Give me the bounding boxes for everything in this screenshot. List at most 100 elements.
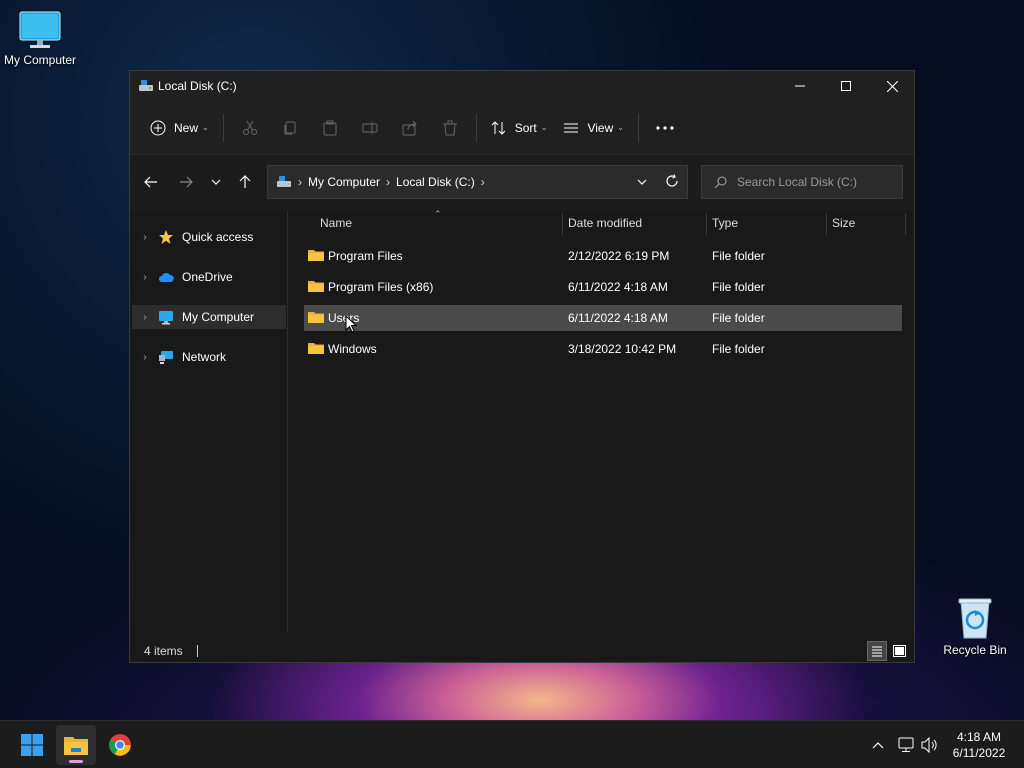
clock[interactable]: 4:18 AM 6/11/2022 [940,729,1018,761]
cut-button[interactable] [230,112,270,144]
command-bar: New ⌄ Sort ⌄ View ⌄ [130,101,914,155]
file-explorer-window: Local Disk (C:) New ⌄ Sort ⌄ View ⌄ › My… [129,70,915,663]
nav-item-my-computer[interactable]: › My Computer [132,305,286,329]
recycle-bin-icon [958,598,992,639]
forward-button[interactable] [171,167,201,197]
column-header-type[interactable]: Type [712,211,738,235]
taskbar-chrome[interactable] [100,725,140,765]
network-icon [158,349,178,365]
details-view-icon [872,646,882,657]
windows-logo-icon [21,734,43,756]
back-button[interactable] [136,167,166,197]
search-input[interactable] [737,175,887,189]
share-icon [402,120,417,135]
breadcrumb-my-computer[interactable]: My Computer [308,175,380,189]
sort-button-label: Sort [514,120,537,135]
share-button[interactable] [390,112,430,144]
divider [222,113,224,142]
chevron-right-icon: › [298,175,302,189]
computer-icon [19,11,61,48]
item-count: 4 items [144,644,183,658]
plus-circle-icon [150,120,166,135]
desktop-icon-label: My Computer [3,53,77,67]
chevron-up-icon [872,742,884,749]
scissors-icon [242,120,257,135]
breadcrumb-local-disk[interactable]: Local Disk (C:) [396,175,475,189]
star-icon [158,229,178,245]
address-dropdown-button[interactable] [637,174,647,188]
view-button[interactable]: View ⌄ [555,112,632,144]
paste-button[interactable] [310,112,350,144]
new-button[interactable]: New ⌄ [142,112,217,144]
close-button[interactable] [869,71,914,101]
large-icons-view-button[interactable] [889,641,909,661]
nav-item-network[interactable]: › Network [132,345,286,369]
nav-item-quick-access[interactable]: › Quick access [132,225,286,249]
arrow-right-icon [180,176,193,188]
address-row: › My Computer › Local Disk (C:) › [130,155,914,211]
up-button[interactable] [230,167,260,197]
close-icon [886,80,898,92]
list-view-icon [564,123,579,132]
column-header-name[interactable]: Name [320,211,352,235]
column-divider[interactable] [706,213,707,235]
refresh-icon [666,174,678,187]
drive-icon [276,175,292,189]
file-row-users[interactable]: Users 6/11/2022 4:18 AM File folder [304,305,902,333]
ellipsis-icon [656,125,674,130]
chevron-down-icon [637,179,647,185]
expand-icon[interactable]: › [132,232,158,243]
recent-locations-button[interactable] [201,167,231,197]
clock-time: 4:18 AM [956,730,1002,744]
column-divider[interactable] [562,213,563,235]
sort-button[interactable]: Sort ⌄ [483,112,556,144]
delete-button[interactable] [430,112,470,144]
address-bar[interactable]: › My Computer › Local Disk (C:) › [267,165,688,199]
trash-icon [442,120,457,135]
column-header-date-modified[interactable]: Date modified [568,211,642,235]
maximize-button[interactable] [823,71,869,101]
nav-item-label: Network [182,350,227,364]
file-row-windows[interactable]: Windows 3/18/2022 10:42 PM File folder [304,336,902,362]
navigation-pane: › Quick access › OneDrive › My Computer … [130,211,288,631]
search-box[interactable] [701,165,903,199]
file-date: 6/11/2022 4:18 AM [568,311,668,325]
details-view-button[interactable] [867,641,887,661]
file-row-program-files[interactable]: Program Files 2/12/2022 6:19 PM File fol… [304,243,902,269]
clock-date: 6/11/2022 [952,746,1006,760]
taskbar: 4:18 AM 6/11/2022 [0,720,1024,768]
file-name: Program Files [328,249,403,263]
nav-item-onedrive[interactable]: › OneDrive [132,265,286,289]
folder-icon [308,250,324,261]
column-divider[interactable] [905,213,906,235]
search-icon [714,176,727,188]
minimize-button[interactable] [777,71,823,101]
new-button-label: New [174,120,199,135]
expand-icon[interactable]: › [132,312,158,323]
sort-ascending-icon: ⌃ [434,209,442,219]
show-hidden-icons-button[interactable] [868,733,888,757]
column-divider[interactable] [826,213,827,235]
expand-icon[interactable]: › [132,352,158,363]
desktop-icon-my-computer[interactable]: My Computer [0,10,80,67]
column-header-size[interactable]: Size [832,211,855,235]
volume-button[interactable] [919,733,941,757]
desktop-icon-recycle-bin[interactable]: Recycle Bin [935,596,1015,657]
chevron-down-icon: ⌄ [617,123,624,132]
nav-item-label: Quick access [182,230,254,244]
copy-button[interactable] [270,112,310,144]
rename-button[interactable] [350,112,390,144]
network-status-button[interactable] [895,733,917,757]
chevron-right-icon[interactable]: › [481,175,485,189]
clipboard-icon [323,120,337,135]
refresh-button[interactable] [665,174,679,191]
folder-icon [308,312,324,323]
expand-icon[interactable]: › [132,272,158,283]
file-row-program-files-x86[interactable]: Program Files (x86) 6/11/2022 4:18 AM Fi… [304,274,902,300]
file-date: 6/11/2022 4:18 AM [568,280,668,294]
divider [475,113,477,142]
start-button[interactable] [12,725,52,765]
more-options-button[interactable] [645,112,685,144]
taskbar-file-explorer[interactable] [56,725,96,765]
title-bar[interactable]: Local Disk (C:) [130,71,914,101]
